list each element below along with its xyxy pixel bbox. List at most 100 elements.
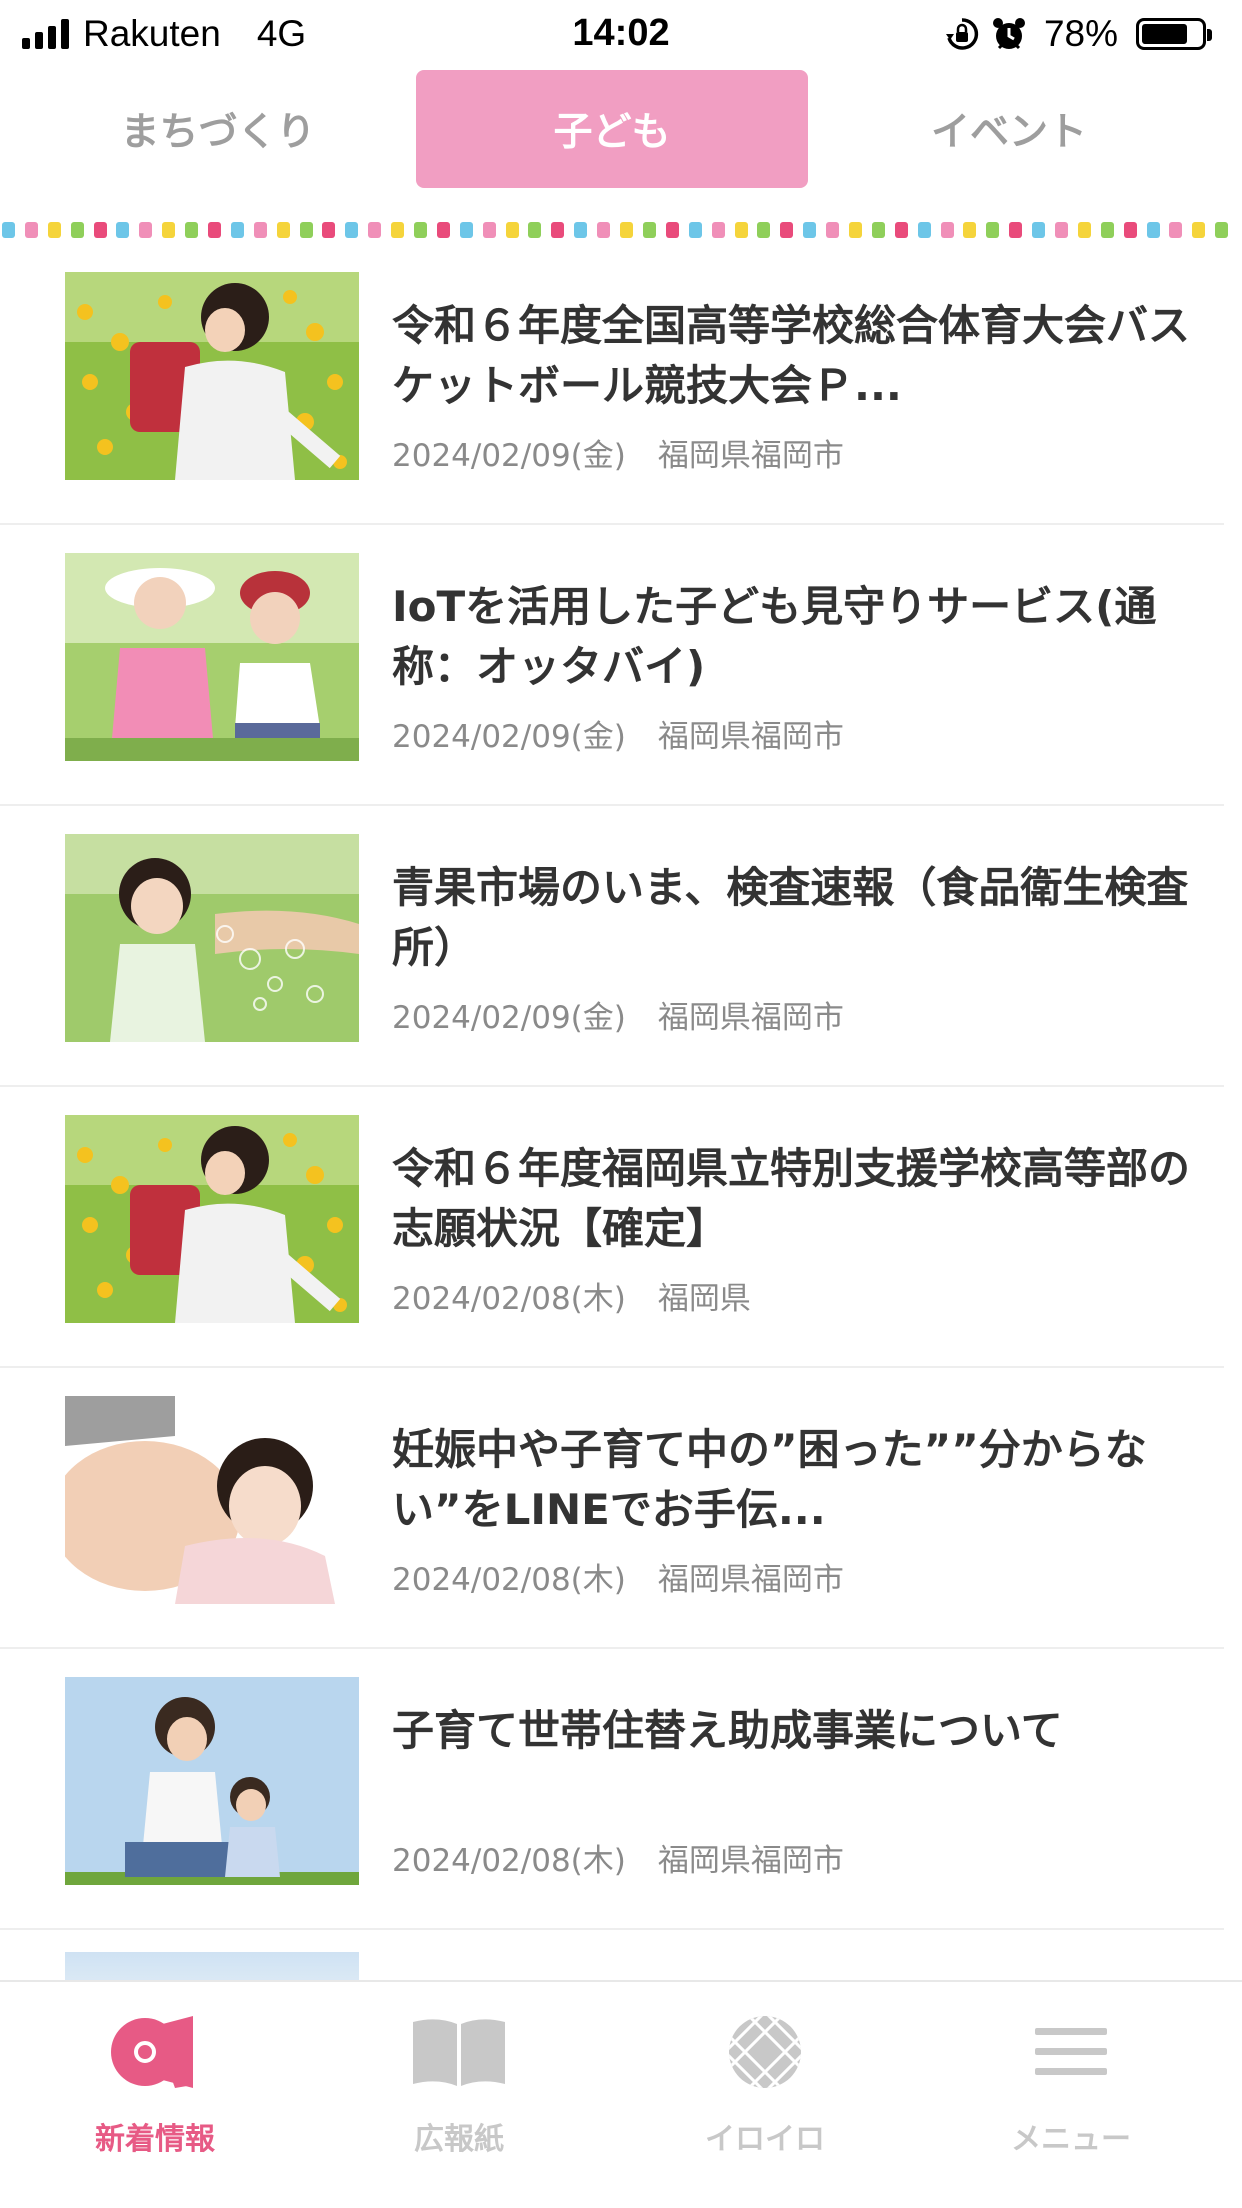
news-thumbnail (65, 834, 359, 1042)
news-title: 妊娠中や子育て中の”困った””分からない”をLINEでお手伝... (392, 1425, 1147, 1534)
nav-label: メニュー (1011, 2122, 1131, 2157)
news-title: 子育て世帯住替え助成事業について (392, 1706, 1063, 1755)
divider-dot (459, 222, 473, 238)
bottom-nav: 新着情報 広報紙 イロイロ メニュー (0, 1980, 1242, 2208)
news-item[interactable]: 令和６年度福岡県立特別支援学校高等部の志願状況【確定】 2024/02/08(木… (0, 1087, 1224, 1368)
news-thumbnail (65, 1396, 359, 1604)
news-region: 福岡県福岡市 (657, 1562, 844, 1598)
divider-dot (1009, 222, 1023, 238)
divider-dot (208, 222, 222, 238)
divider-dot (185, 222, 199, 238)
divider-dot (2, 222, 15, 238)
divider-dot (574, 222, 588, 238)
news-item[interactable]: 子育て世帯住替え助成事業について 2024/02/08(木) 福岡県福岡市 (0, 1649, 1224, 1930)
news-date: 2024/02/08(木) (392, 1281, 626, 1317)
news-meta: 2024/02/09(金) 福岡県福岡市 (392, 430, 844, 475)
divider-dot (1215, 222, 1229, 238)
news-region: 福岡県福岡市 (657, 719, 844, 755)
divider-dot (139, 222, 153, 238)
dotted-divider (2, 222, 1242, 240)
nav-item-koho[interactable]: 広報紙 (304, 1982, 614, 2208)
divider-dot (345, 222, 359, 238)
divider-dot (986, 222, 1000, 238)
divider-dot (1169, 222, 1183, 238)
news-meta: 2024/02/09(金) 福岡県福岡市 (392, 992, 844, 1037)
nav-item-new-info[interactable]: 新着情報 (0, 1982, 310, 2208)
news-item[interactable]: 青果市場のいま、検査速報（食品衛生検査所） 2024/02/09(金) 福岡県福岡… (0, 806, 1224, 1087)
divider-dot (1146, 222, 1160, 238)
open-book-icon (404, 2010, 514, 2094)
divider-dot (1100, 222, 1114, 238)
divider-dot (826, 222, 840, 238)
divider-dot (93, 222, 107, 238)
nav-item-menu[interactable]: メニュー (916, 1982, 1226, 2208)
news-meta: 2024/02/08(木) 福岡県 (392, 1273, 751, 1318)
news-date: 2024/02/08(木) (392, 1843, 626, 1879)
divider-dot (162, 222, 176, 238)
divider-dot (436, 222, 450, 238)
divider-dot (414, 222, 428, 238)
divider-dot (642, 222, 656, 238)
divider-dot (482, 222, 496, 238)
news-item[interactable]: 令和６年度全国高等学校総合体育大会バスケットボール競技大会Ｐ... 2024/0… (0, 244, 1224, 525)
news-item[interactable]: 妊娠中や子育て中の”困った””分からない”をLINEでお手伝... 2024/0… (0, 1368, 1224, 1649)
status-bar-right: 78% (944, 12, 1212, 56)
divider-dot (505, 222, 519, 238)
news-date: 2024/02/09(金) (392, 719, 626, 755)
divider-dot (871, 222, 885, 238)
battery-icon (1136, 18, 1212, 50)
news-title: 令和６年度全国高等学校総合体育大会バスケットボール競技大会Ｐ... (392, 301, 1191, 410)
divider-dot (963, 222, 977, 238)
divider-dot (665, 222, 679, 238)
megaphone-icon (100, 2010, 210, 2094)
divider-dot (116, 222, 130, 238)
rotation-lock-icon (945, 18, 979, 50)
news-region: 福岡県福岡市 (657, 1000, 844, 1036)
divider-dot (253, 222, 267, 238)
nav-item-iroiro[interactable]: イロイロ (610, 1982, 920, 2208)
divider-dot (848, 222, 862, 238)
news-item[interactable]: IoTを活用した子ども見守りサービス(通称：オッタバイ) 2024/02/09(… (0, 525, 1224, 806)
category-tabs: まちづくり 子ども イベント (0, 66, 1242, 192)
divider-dot (597, 222, 611, 238)
divider-dot (1192, 222, 1206, 238)
divider-dot (917, 222, 931, 238)
divider-dot (230, 222, 244, 238)
nav-label: 広報紙 (414, 2122, 504, 2157)
news-title: 青果市場のいま、検査速報（食品衛生検査所） (392, 863, 1189, 972)
news-meta: 2024/02/08(木) 福岡県福岡市 (392, 1835, 844, 1880)
divider-dot (368, 222, 382, 238)
divider-dot (894, 222, 908, 238)
news-thumbnail (65, 553, 359, 761)
news-meta: 2024/02/08(木) 福岡県福岡市 (392, 1554, 844, 1599)
news-thumbnail (65, 272, 359, 480)
tab-machizukuri[interactable]: まちづくり (26, 70, 410, 188)
divider-dot (803, 222, 817, 238)
divider-dot (70, 222, 84, 238)
divider-dot (1077, 222, 1091, 238)
divider-dot (391, 222, 405, 238)
news-title: IoTを活用した子ども見守りサービス(通称：オッタバイ) (392, 582, 1157, 691)
divider-dot (940, 222, 954, 238)
news-region: 福岡県 (657, 1281, 751, 1317)
tab-kodomo[interactable]: 子ども (416, 70, 808, 188)
news-meta: 2024/02/09(金) 福岡県福岡市 (392, 711, 844, 756)
news-thumbnail (65, 1115, 359, 1323)
status-bar: Rakuten 4G 14:02 78% (0, 0, 1242, 66)
lattice-ball-icon (710, 2010, 820, 2094)
news-list: 令和６年度全国高等学校総合体育大会バスケットボール競技大会Ｐ... 2024/0… (0, 244, 1224, 1930)
divider-dot (1054, 222, 1068, 238)
news-region: 福岡県福岡市 (657, 1843, 844, 1879)
alarm-icon (992, 18, 1025, 50)
tab-event[interactable]: イベント (814, 70, 1204, 188)
news-date: 2024/02/09(金) (392, 1000, 626, 1036)
divider-dot (780, 222, 794, 238)
divider-dot (299, 222, 313, 238)
divider-dot (620, 222, 634, 238)
divider-dot (1032, 222, 1046, 238)
divider-dot (757, 222, 771, 238)
news-thumbnail-partial (65, 1952, 359, 1982)
divider-dot (688, 222, 702, 238)
divider-dot (24, 222, 38, 238)
divider-dot (322, 222, 336, 238)
